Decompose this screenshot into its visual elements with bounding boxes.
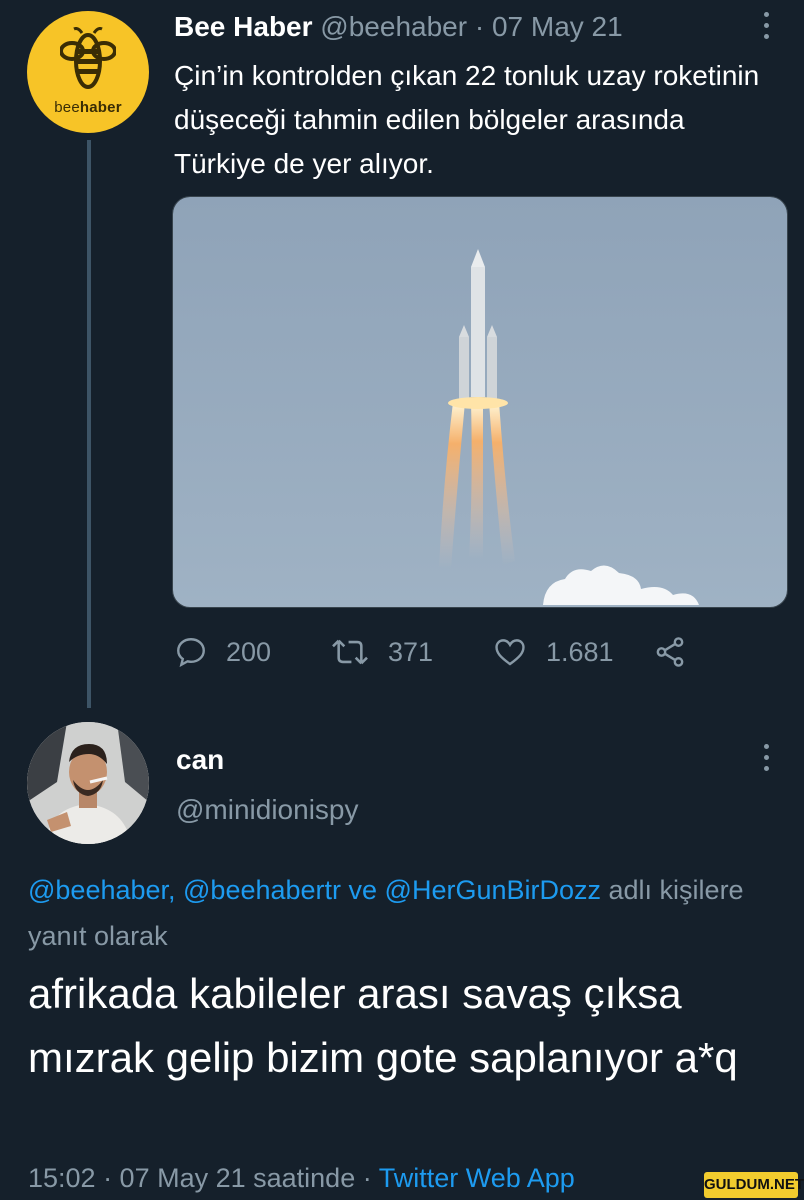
avatar-brand-text: beehaber: [54, 99, 122, 116]
user-photo: [27, 722, 149, 844]
like-button[interactable]: 1.681: [492, 632, 614, 672]
bee-logo-icon: [60, 27, 116, 89]
tweet-text: afrikada kabileler arası savaş çıksa mız…: [28, 970, 738, 1081]
retweet-button[interactable]: 371: [330, 632, 433, 672]
more-options-icon[interactable]: [764, 12, 770, 44]
reply-context: @beehaber, @beehabertr ve @HerGunBirDozz…: [28, 867, 788, 959]
separator: ·: [474, 11, 485, 42]
tweet-source-link[interactable]: Twitter Web App: [379, 1163, 575, 1193]
reply-count: 200: [226, 636, 272, 667]
thread-connector-line: [87, 140, 91, 708]
tweet-date[interactable]: 07 May 21: [492, 11, 623, 42]
tweet-actions: 200 371 1.681: [174, 632, 734, 672]
heart-icon: [495, 639, 525, 666]
can-avatar[interactable]: [27, 722, 149, 844]
share-button[interactable]: [652, 632, 688, 672]
tweet-media-image[interactable]: [172, 196, 788, 608]
retweet-icon: [332, 639, 368, 665]
retweet-count: 371: [388, 636, 434, 667]
user-handle[interactable]: @minidionispy: [176, 790, 359, 830]
reply-mentions-link[interactable]: @beehaber, @beehabertr ve @HerGunBirDozz: [28, 875, 601, 905]
watermark-badge: GULDUM.NET: [704, 1172, 804, 1198]
reply-icon: [177, 638, 205, 668]
tweet-text: Çin’in kontrolden çıkan 22 tonluk uzay r…: [174, 60, 760, 179]
display-name[interactable]: Bee Haber: [174, 11, 313, 42]
like-count: 1.681: [546, 636, 614, 667]
rocket-launch-image: [173, 197, 787, 607]
beehaber-avatar[interactable]: beehaber: [27, 11, 149, 133]
tweet-header: Bee Haber @beehaber · 07 May 21: [174, 10, 623, 44]
user-handle[interactable]: @beehaber: [320, 11, 467, 42]
tweet-timestamp[interactable]: 15:02 · 07 May 21 saatinde ·: [28, 1163, 379, 1193]
display-name[interactable]: can: [176, 740, 224, 780]
reply-button[interactable]: 200: [174, 632, 271, 672]
share-icon: [656, 637, 684, 667]
tweet-footer: 15:02 · 07 May 21 saatinde · Twitter Web…: [28, 1158, 575, 1198]
more-options-icon[interactable]: [764, 744, 770, 776]
